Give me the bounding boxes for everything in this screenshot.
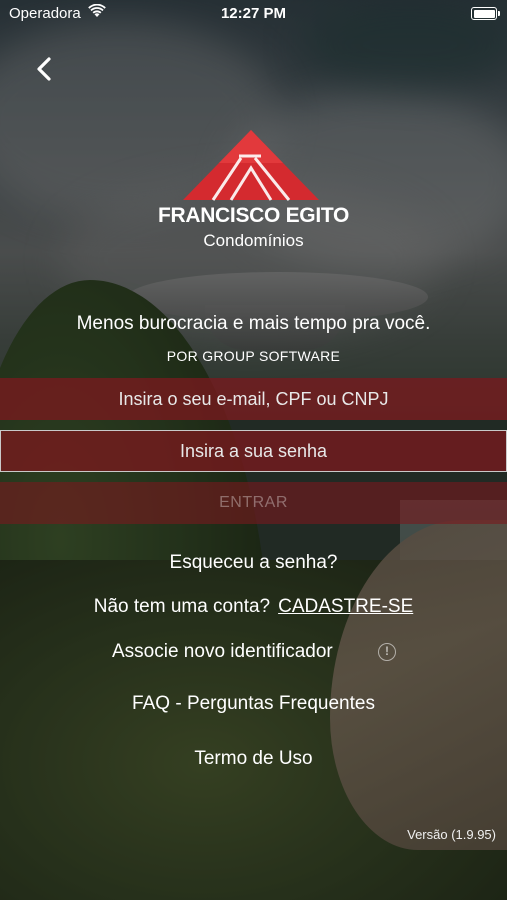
faq-link[interactable]: FAQ - Perguntas Frequentes xyxy=(0,693,507,715)
brand-name: FRANCISCO EGITO xyxy=(157,204,350,227)
status-bar: Operadora 12:27 PM xyxy=(0,0,507,28)
password-input[interactable] xyxy=(0,430,507,472)
forgot-password-link[interactable]: Esqueceu a senha? xyxy=(0,552,507,574)
clock: 12:27 PM xyxy=(220,5,287,22)
signup-row: Não tem uma conta? CADASTRE-SE xyxy=(0,596,507,618)
tagline: Menos burocracia e mais tempo pra você. xyxy=(76,313,431,334)
signup-link[interactable]: CADASTRE-SE xyxy=(278,596,413,617)
info-icon[interactable]: ! xyxy=(378,643,396,661)
logo-mark-icon xyxy=(183,130,319,201)
version-label: Versão (1.9.95) xyxy=(407,827,496,842)
enter-button[interactable]: ENTRAR xyxy=(0,482,507,524)
associate-identifier-link[interactable]: Associe novo identificador xyxy=(112,641,333,663)
battery-icon xyxy=(471,7,500,20)
associate-row: Associe novo identificador ! xyxy=(0,641,507,667)
brand-logo: FRANCISCO EGITO Condomínios xyxy=(150,128,360,258)
byline: POR GROUP SOFTWARE xyxy=(166,348,341,364)
login-input[interactable] xyxy=(0,378,507,420)
brand-subtitle: Condomínios xyxy=(203,231,304,250)
signup-prompt: Não tem uma conta? xyxy=(93,596,271,617)
back-chevron-icon[interactable] xyxy=(30,52,60,86)
terms-link[interactable]: Termo de Uso xyxy=(0,748,507,770)
